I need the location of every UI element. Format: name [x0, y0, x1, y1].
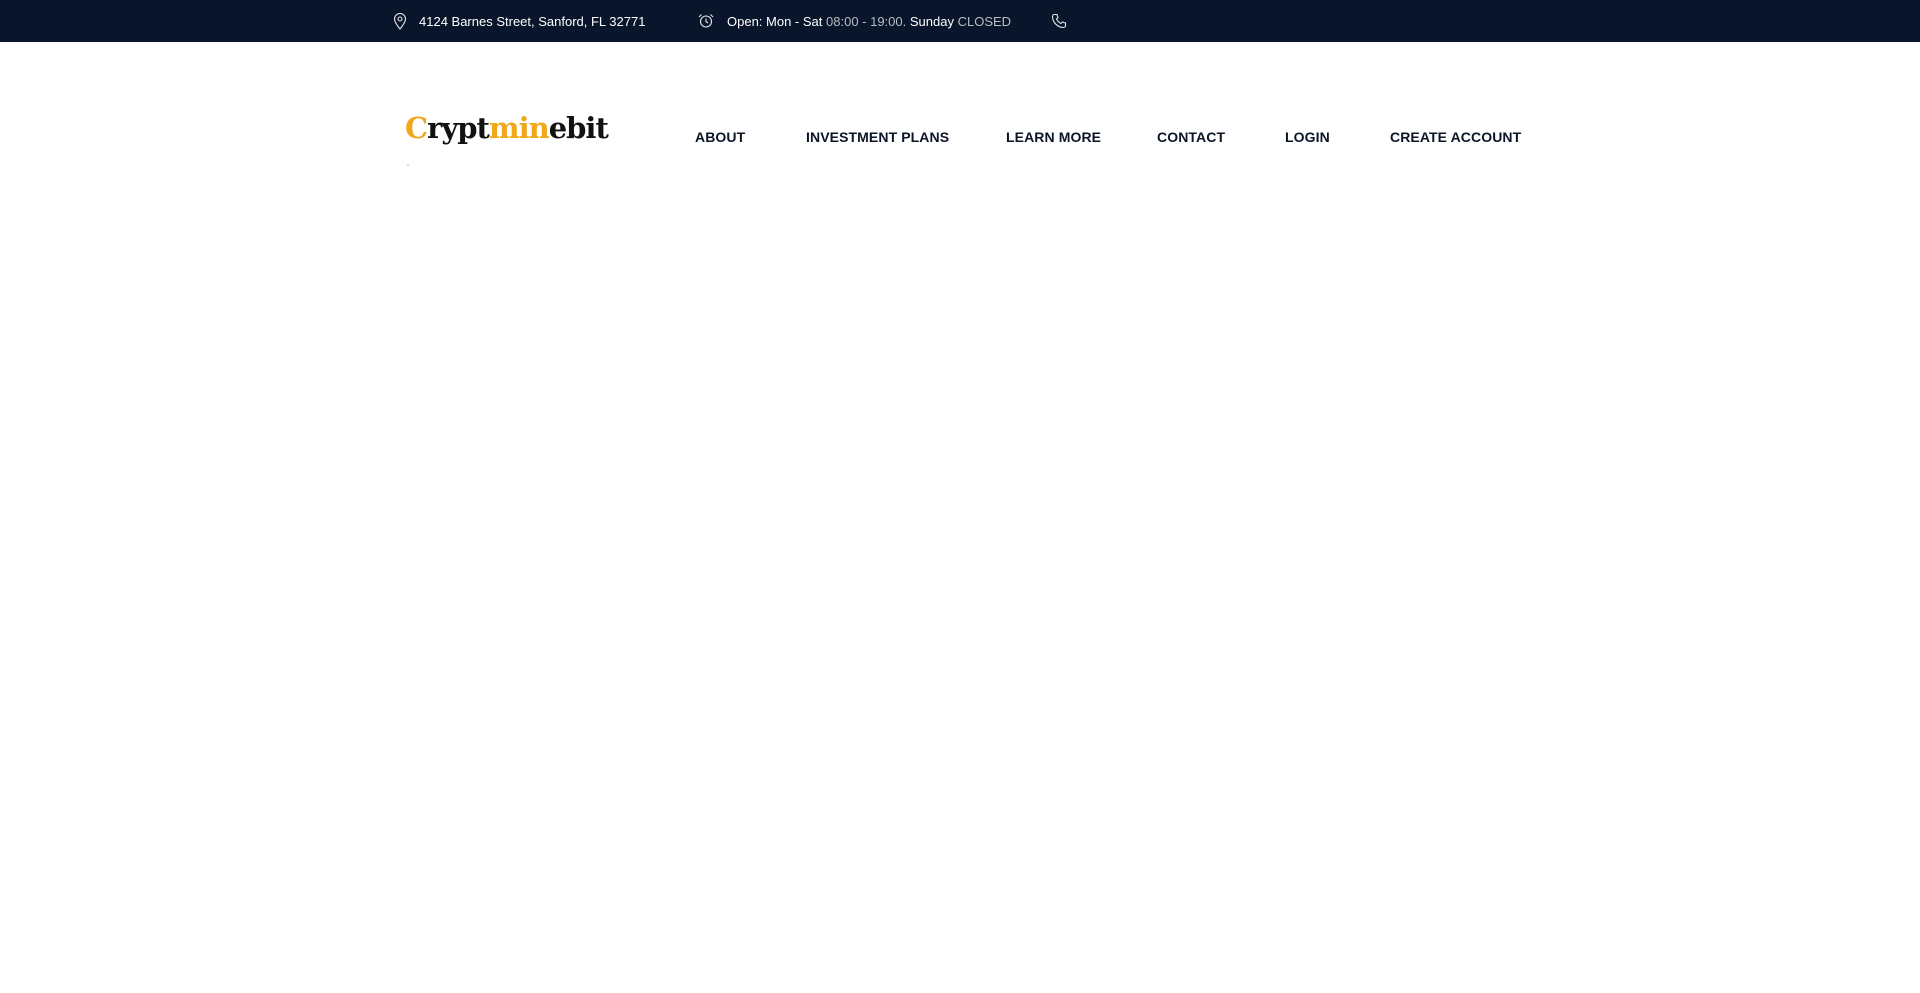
- hours-text: Open: Mon - Sat 08:00 - 19:00. Sunday CL…: [727, 14, 1011, 29]
- map-pin-icon: [393, 12, 407, 30]
- alarm-clock-icon: [697, 13, 715, 29]
- nav-create-account[interactable]: CREATE ACCOUNT: [1390, 129, 1521, 145]
- hours-sunday-status: CLOSED: [957, 13, 1012, 29]
- nav-login[interactable]: LOGIN: [1285, 129, 1330, 145]
- address-text: 4124 Barnes Street, Sanford, FL 32771: [419, 13, 646, 29]
- site-header: Cryptminebit ABOUT INVESTMENT PLANS LEAR…: [0, 42, 1920, 166]
- hours-open-label: Open: Mon - Sat: [727, 13, 823, 29]
- main-nav: ABOUT INVESTMENT PLANS LEARN MORE CONTAC…: [0, 129, 1920, 145]
- hours-open-time: 08:00 - 19:00.: [826, 13, 907, 29]
- logo-underline-dot: [407, 164, 409, 166]
- hours-info: Open: Mon - Sat 08:00 - 19:00. Sunday CL…: [697, 0, 1011, 42]
- nav-contact[interactable]: CONTACT: [1157, 129, 1225, 145]
- nav-about[interactable]: ABOUT: [695, 129, 745, 145]
- phone-icon[interactable]: [1051, 13, 1067, 29]
- address-info: 4124 Barnes Street, Sanford, FL 32771: [393, 0, 645, 42]
- phone-info[interactable]: [1051, 0, 1067, 42]
- nav-learn-more[interactable]: LEARN MORE: [1006, 129, 1101, 145]
- top-info-bar: 4124 Barnes Street, Sanford, FL 32771 Op…: [0, 0, 1920, 42]
- nav-investment-plans[interactable]: INVESTMENT PLANS: [806, 129, 949, 145]
- main-content-area: [0, 142, 1920, 993]
- hours-sunday-label: Sunday: [909, 13, 954, 29]
